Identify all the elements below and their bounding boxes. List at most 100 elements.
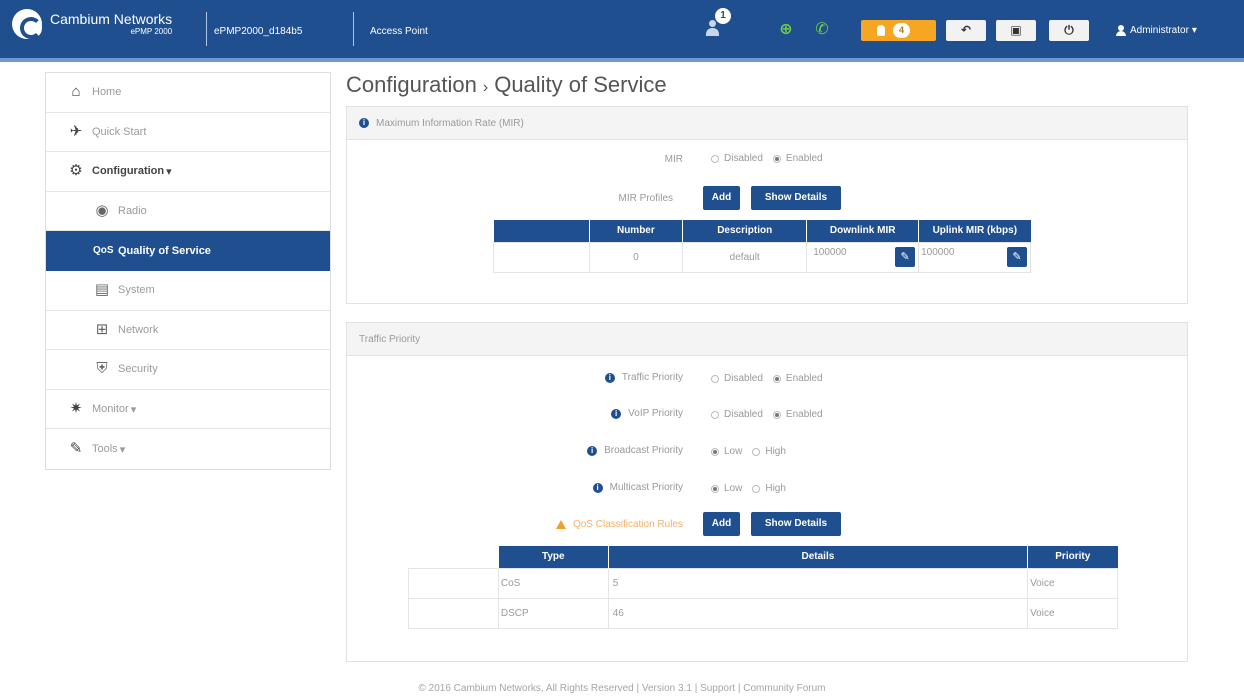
mir-label: MIR — [664, 154, 683, 165]
pulse-icon: ✷ — [69, 400, 83, 418]
radio-button[interactable] — [772, 374, 781, 383]
sidebar-item-label: Quality of Service — [118, 244, 211, 257]
device-name: ePMP2000_d184b5 — [214, 26, 303, 37]
page-title-page: Quality of Service — [494, 72, 667, 97]
reboot-button[interactable]: ⏻ — [1049, 20, 1089, 41]
table-header: Downlink MIR — [806, 220, 920, 242]
qos-rules-label-row: QoS Classification Rules — [467, 519, 683, 530]
radio-button[interactable] — [711, 154, 719, 163]
undo-icon: ↶ — [960, 23, 972, 37]
sidebar-item-label: System — [118, 284, 155, 297]
sidebar-item-label: Quick Start — [92, 125, 147, 138]
user-notification-icon — [705, 20, 719, 36]
voip-priority-label: VoIP Priority — [628, 408, 683, 419]
info-icon[interactable]: i — [359, 118, 369, 128]
edit-uplink-button[interactable]: ✎ — [1007, 247, 1027, 267]
wrench-icon: ✎ — [69, 440, 83, 458]
broadcast-priority-low-option[interactable]: Low — [711, 446, 742, 457]
brand[interactable]: Cambium Networks ePMP 2000 — [12, 9, 172, 39]
radio-button[interactable] — [752, 447, 761, 456]
chevron-down-icon: ▾ — [119, 443, 126, 456]
table-header: Description — [682, 220, 808, 242]
network-icon: ⊞ — [95, 320, 109, 338]
sidebar-item-label: Security — [118, 363, 158, 376]
voip-priority-enabled-option[interactable]: Enabled — [772, 409, 823, 420]
sidebar-item-radio[interactable]: ◉ Radio — [46, 192, 330, 232]
sidebar-item-configuration[interactable]: ⚙ Configuration ▾ — [46, 152, 330, 192]
radio-button[interactable] — [711, 374, 719, 383]
rule-details: 46 — [607, 597, 1029, 629]
broadcast-priority-label: Broadcast Priority — [604, 445, 683, 456]
brand-name: Cambium Networks — [50, 11, 173, 27]
sidebar-item-label: Tools — [92, 443, 118, 456]
traffic-priority-label-row: i Traffic Priority — [527, 372, 683, 383]
option-label: Enabled — [785, 373, 823, 384]
broadcast-priority-high-option[interactable]: High — [752, 446, 786, 457]
user-menu[interactable]: Administrator ▾ — [1116, 25, 1197, 36]
info-icon[interactable]: i — [611, 408, 622, 419]
add-qos-rule-button[interactable]: Add — [703, 512, 740, 536]
user-icon — [1116, 25, 1126, 36]
chevron-down-icon: ▾ — [1191, 25, 1197, 36]
multicast-priority-high-option[interactable]: High — [752, 483, 786, 494]
sidebar-item-security[interactable]: ⛨ Security — [46, 350, 330, 390]
alerts-button[interactable]: 4 — [861, 20, 936, 41]
option-label: High — [765, 446, 786, 457]
mir-profiles-table: Number Description Downlink MIR Uplink M… — [493, 220, 1031, 273]
radio-button[interactable] — [711, 484, 719, 493]
save-button[interactable]: ▣ — [996, 20, 1036, 41]
shield-icon: ⛨ — [96, 360, 108, 378]
support-link[interactable]: Support — [700, 683, 735, 694]
multicast-priority-low-option[interactable]: Low — [711, 483, 742, 494]
sidebar-item-quick-start[interactable]: ✈ Quick Start — [46, 113, 330, 153]
link-status-icon[interactable]: ✆ — [813, 21, 831, 39]
downlink-mir-value: 100000 — [813, 247, 847, 258]
show-mir-details-button[interactable]: Show Details — [751, 186, 841, 210]
option-label: Low — [724, 483, 743, 494]
sidebar-item-tools[interactable]: ✎ Tools ▾ — [46, 429, 330, 469]
traffic-priority-radio-group: Disabled Enabled — [711, 373, 833, 384]
mir-enabled-option[interactable]: Enabled — [772, 153, 823, 164]
pencil-icon: ✎ — [1012, 251, 1022, 263]
table-row: DSCP 46 Voice — [408, 597, 1118, 629]
internet-status-icon[interactable]: ⊕ — [777, 21, 795, 39]
undo-button[interactable]: ↶ — [946, 20, 986, 41]
sidebar-item-monitor[interactable]: ✷ Monitor ▾ — [46, 390, 330, 430]
option-label: Disabled — [724, 153, 763, 164]
profile-description: default — [682, 241, 808, 273]
info-icon[interactable]: i — [587, 445, 598, 456]
notification-badge: 1 — [715, 8, 731, 24]
radio-button[interactable] — [711, 410, 719, 419]
edit-downlink-button[interactable]: ✎ — [895, 247, 916, 267]
notifications-button[interactable]: 1 — [703, 8, 731, 42]
traffic-priority-disabled-option[interactable]: Disabled — [711, 373, 763, 384]
sidebar-item-label: Monitor — [92, 403, 129, 416]
table-header: Priority — [1027, 546, 1118, 568]
divider — [353, 12, 354, 46]
add-mir-profile-button[interactable]: Add — [703, 186, 740, 210]
panel-header: i Maximum Information Rate (MIR) — [347, 107, 1187, 140]
broadcast-priority-label-row: i Broadcast Priority — [507, 445, 683, 456]
mir-disabled-option[interactable]: Disabled — [711, 153, 763, 164]
uplink-cell: 100000 ✎ — [918, 241, 1031, 273]
save-icon: ▣ — [1010, 23, 1022, 37]
sidebar-item-system[interactable]: ▤ System — [46, 271, 330, 311]
panel-heading: Maximum Information Rate (MIR) — [376, 117, 524, 129]
top-bar: Cambium Networks ePMP 2000 ePMP2000_d184… — [0, 0, 1244, 62]
voip-priority-disabled-option[interactable]: Disabled — [711, 409, 763, 420]
radio-button[interactable] — [772, 410, 781, 419]
page-title-section: Configuration — [346, 72, 477, 97]
show-qos-details-button[interactable]: Show Details — [751, 512, 841, 536]
community-forum-link[interactable]: Community Forum — [743, 683, 825, 694]
chevron-down-icon: ▾ — [130, 403, 137, 416]
info-icon[interactable]: i — [604, 372, 615, 383]
sidebar-item-home[interactable]: ⌂ Home — [46, 73, 330, 113]
info-icon[interactable]: i — [592, 482, 603, 493]
radio-button[interactable] — [711, 447, 719, 456]
radio-button[interactable] — [772, 154, 781, 163]
voip-priority-label-row: i VoIP Priority — [527, 408, 683, 419]
traffic-priority-enabled-option[interactable]: Enabled — [772, 373, 823, 384]
sidebar-item-quality-of-service[interactable]: QoS Quality of Service — [46, 231, 330, 271]
radio-button[interactable] — [752, 484, 761, 493]
sidebar-item-network[interactable]: ⊞ Network — [46, 311, 330, 351]
